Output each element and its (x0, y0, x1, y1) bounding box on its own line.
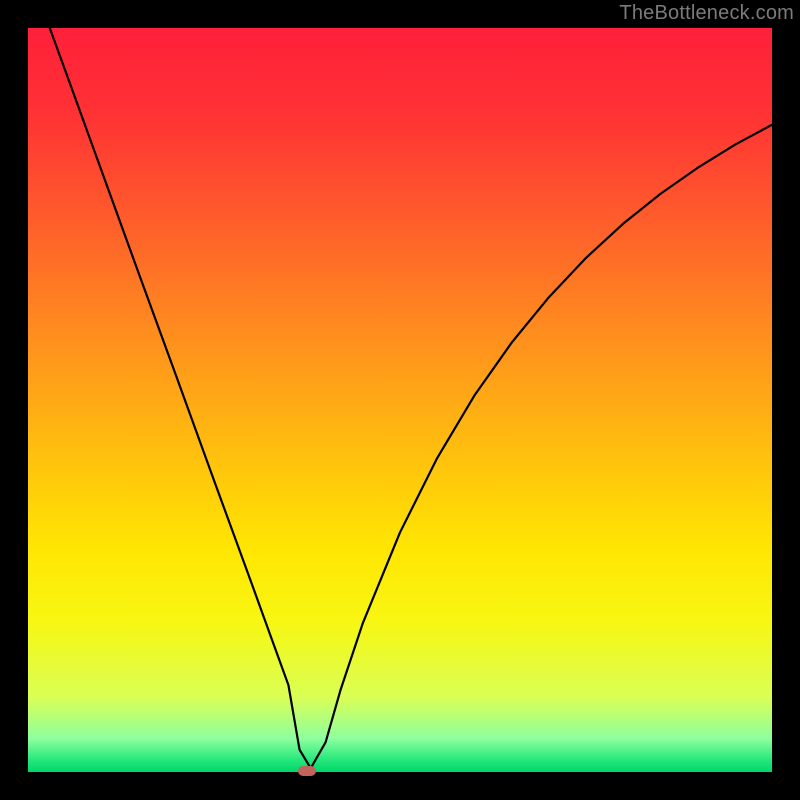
background-gradient (28, 28, 772, 772)
watermark-label: TheBottleneck.com (619, 2, 794, 25)
optimal-point-marker (298, 766, 316, 776)
outer-frame: TheBottleneck.com (0, 0, 800, 800)
plot-area (28, 28, 772, 772)
